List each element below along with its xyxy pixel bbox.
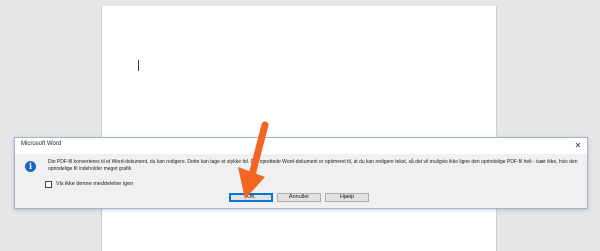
arrow-pointer-icon <box>238 121 269 199</box>
close-button[interactable]: ✕ <box>569 138 587 154</box>
dialog-title: Microsoft Word <box>21 141 62 147</box>
text-cursor <box>138 60 139 71</box>
cancel-button[interactable]: Annuller <box>277 193 321 202</box>
info-icon: i <box>25 161 36 172</box>
dont-show-again-checkbox[interactable] <box>45 180 52 188</box>
dont-show-again-row[interactable]: Vis ikke denne meddelelse igen <box>45 180 133 188</box>
help-button[interactable]: Hjælp <box>325 193 369 202</box>
microsoft-word-dialog: Microsoft Word ✕ i Din PDF-fil konverter… <box>14 137 588 209</box>
document-page[interactable] <box>101 6 497 251</box>
dont-show-again-label[interactable]: Vis ikke denne meddelelse igen <box>56 181 133 187</box>
dialog-titlebar: Microsoft Word ✕ <box>15 138 587 154</box>
dialog-message: Din PDF-fil konverteres til et Word-doku… <box>48 159 578 172</box>
